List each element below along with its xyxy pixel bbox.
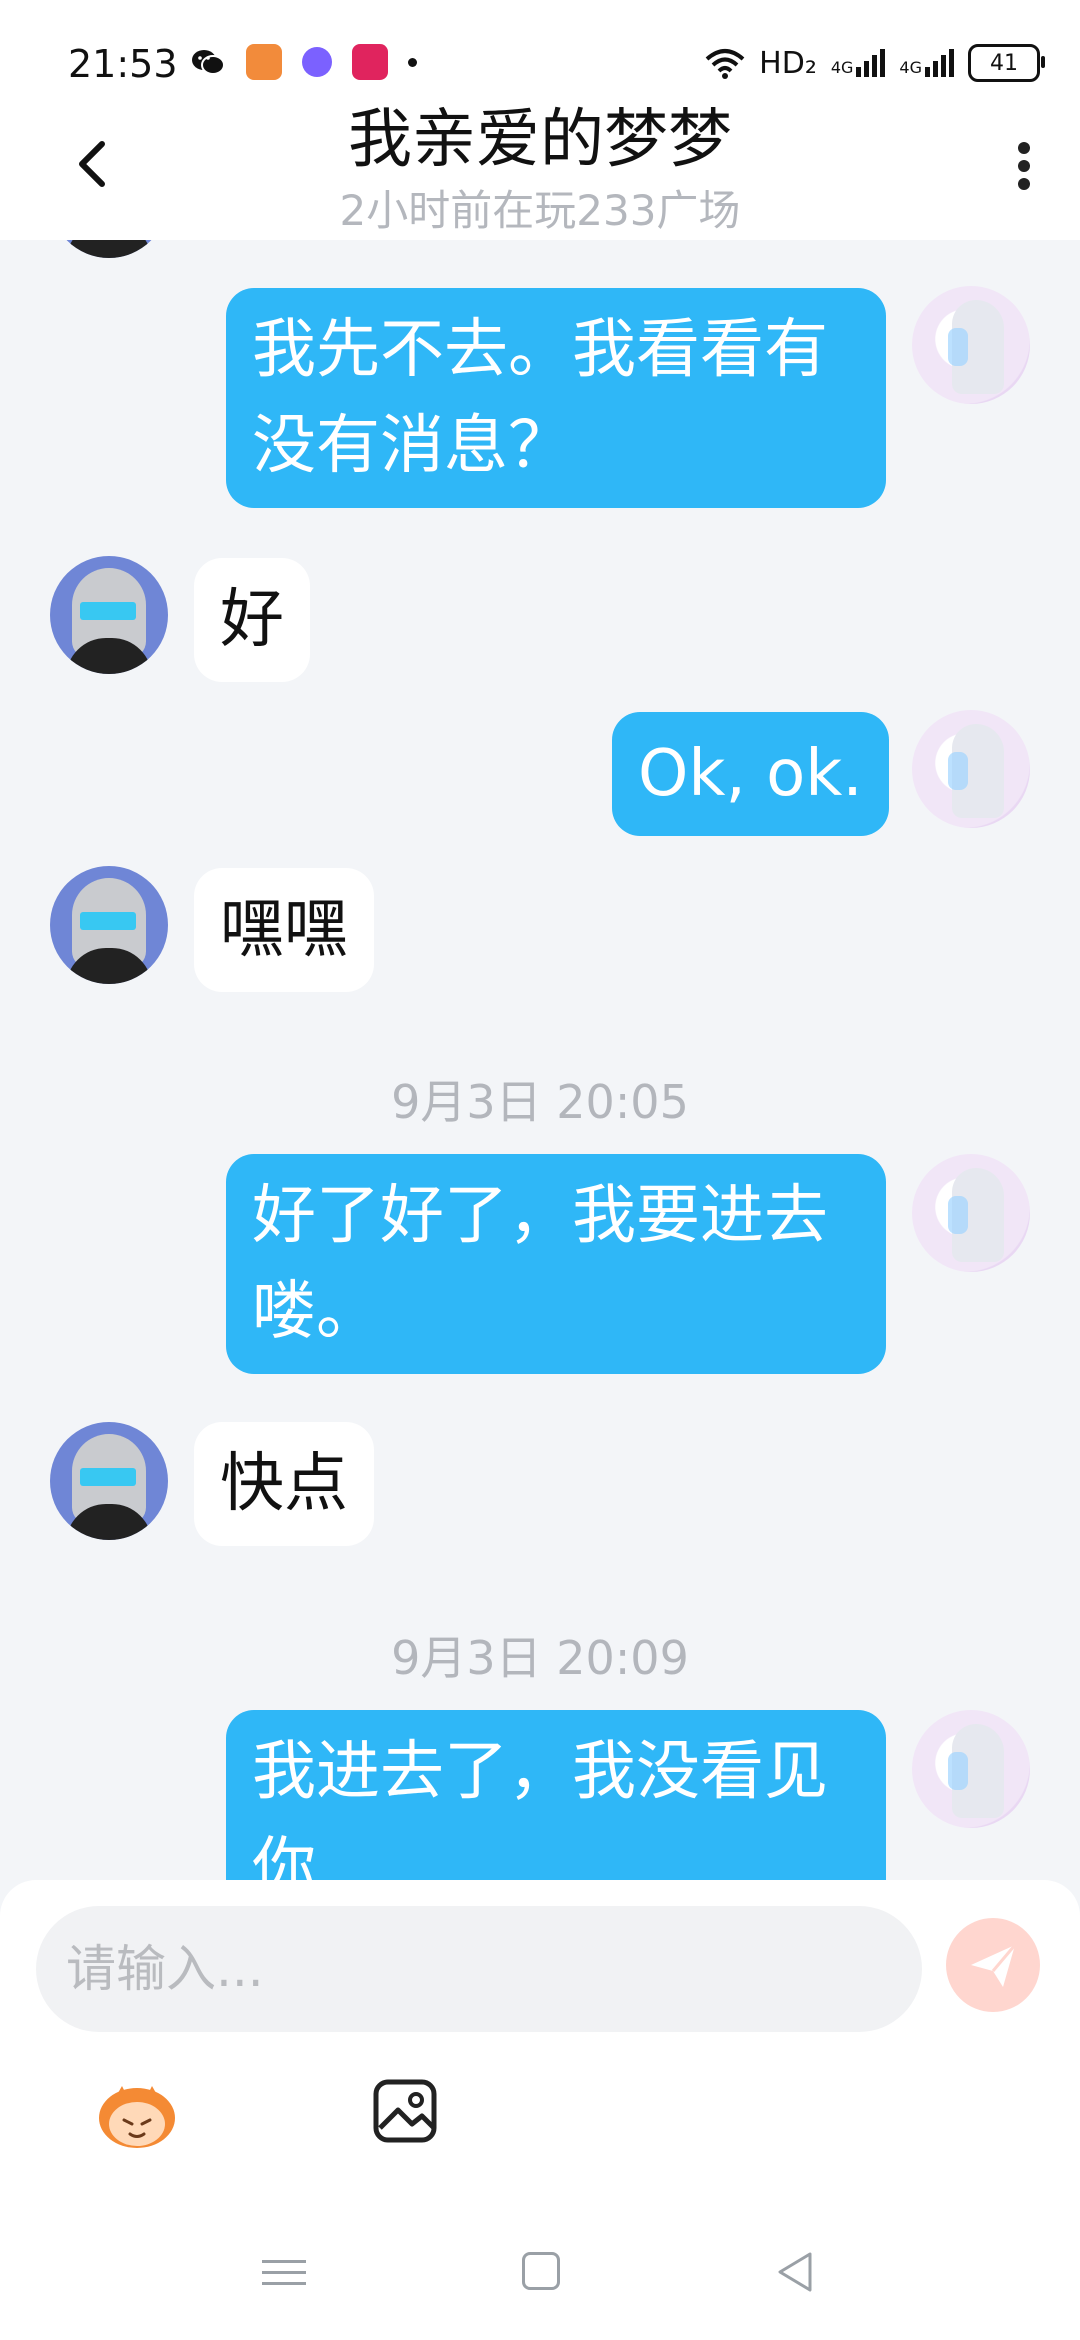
message-bubble-sent[interactable]: 我进去了，我没看见你 [226, 1710, 886, 1880]
message-bubble-received[interactable]: 好 [194, 558, 310, 682]
timestamp-separator: 9月3日 20:05 [391, 1075, 689, 1129]
avatar-accent [948, 1752, 968, 1790]
more-options-icon[interactable] [1004, 136, 1044, 200]
avatar-accent [948, 328, 968, 366]
message-bubble-sent[interactable]: Ok, ok. [612, 712, 889, 836]
status-notification-icons [190, 44, 417, 80]
more-dot [1018, 160, 1030, 172]
avatar-visor [80, 1468, 136, 1486]
signal-bar [856, 67, 862, 77]
system-nav-bar [0, 2230, 1080, 2340]
recent-apps-icon[interactable] [262, 2252, 306, 2292]
signal-2: 4G [899, 49, 954, 77]
paper-plane-icon [971, 1944, 1017, 1987]
more-dot [1018, 142, 1030, 154]
message-bubble-sent[interactable]: 我先不去。我看看有没有消息？ [226, 288, 886, 508]
other-avatar[interactable] [50, 240, 168, 258]
other-avatar[interactable] [50, 1422, 168, 1540]
battery-indicator: 41 [968, 44, 1045, 82]
status-bar: 21:53 HD₂ 4G 4G 41 [0, 0, 1080, 100]
avatar-body [66, 240, 152, 258]
wechat-icon [192, 50, 225, 75]
wifi-icon [705, 49, 745, 79]
signal-bar [941, 55, 946, 77]
my-avatar[interactable] [912, 1154, 1030, 1272]
my-avatar[interactable] [912, 1710, 1030, 1828]
signal-1-label: 4G [830, 58, 854, 77]
chat-title: 我亲爱的梦梦 [348, 103, 732, 177]
status-time: 21:53 [68, 42, 178, 86]
other-avatar[interactable] [50, 866, 168, 984]
back-triangle-icon[interactable] [774, 2250, 816, 2294]
circle-app-icon [302, 47, 332, 77]
status-indicators: HD₂ 4G 4G 41 [705, 44, 1045, 82]
more-dot [1018, 178, 1030, 190]
menu-line [262, 2260, 306, 2263]
avatar-accent [948, 1196, 968, 1234]
message-bubble-received[interactable]: 快点 [194, 1422, 374, 1546]
emoji-mascot-icon[interactable] [92, 2076, 182, 2152]
signal-bar [880, 49, 886, 77]
chat-header: 我亲爱的梦梦 2小时前在玩233广场 [0, 100, 1080, 240]
chat-screen: 21:53 HD₂ 4G 4G 41 我亲爱的梦梦 2小时前在玩233广场 我先… [0, 0, 1080, 2340]
signal-bar [933, 61, 938, 77]
image-icon[interactable] [372, 2078, 438, 2144]
avatar-visor [80, 912, 136, 930]
message-list[interactable]: 我先不去。我看看有没有消息？ 好 Ok, ok. 嘿嘿 9月3日 20:05 好 [0, 240, 1080, 1880]
message-bubble-sent[interactable]: 好了好了，我要进去喽。 [226, 1154, 886, 1374]
home-icon[interactable] [522, 2252, 560, 2290]
send-button[interactable] [946, 1918, 1040, 2012]
video-app-icon [352, 44, 388, 80]
avatar-visor [80, 602, 136, 620]
signal-bar [872, 55, 878, 77]
timestamp-separator: 9月3日 20:09 [391, 1631, 689, 1685]
hd-indicator: HD₂ [759, 45, 817, 81]
menu-line [262, 2282, 306, 2285]
signal-2-label: 4G [899, 58, 922, 77]
other-avatar[interactable] [50, 556, 168, 674]
message-input[interactable] [36, 1906, 922, 2032]
signal-1: 4G [831, 49, 886, 77]
signal-bar [925, 67, 930, 77]
my-avatar[interactable] [912, 710, 1030, 828]
chat-subtitle: 2小时前在玩233广场 [339, 186, 741, 235]
my-avatar[interactable] [912, 286, 1030, 404]
reader-app-icon [246, 44, 282, 80]
more-notifications-dot [408, 57, 417, 67]
message-bubble-received[interactable]: 嘿嘿 [194, 868, 374, 992]
menu-line [262, 2271, 306, 2274]
signal-bar [949, 49, 954, 77]
signal-bar [864, 61, 870, 77]
avatar-accent [948, 752, 968, 790]
